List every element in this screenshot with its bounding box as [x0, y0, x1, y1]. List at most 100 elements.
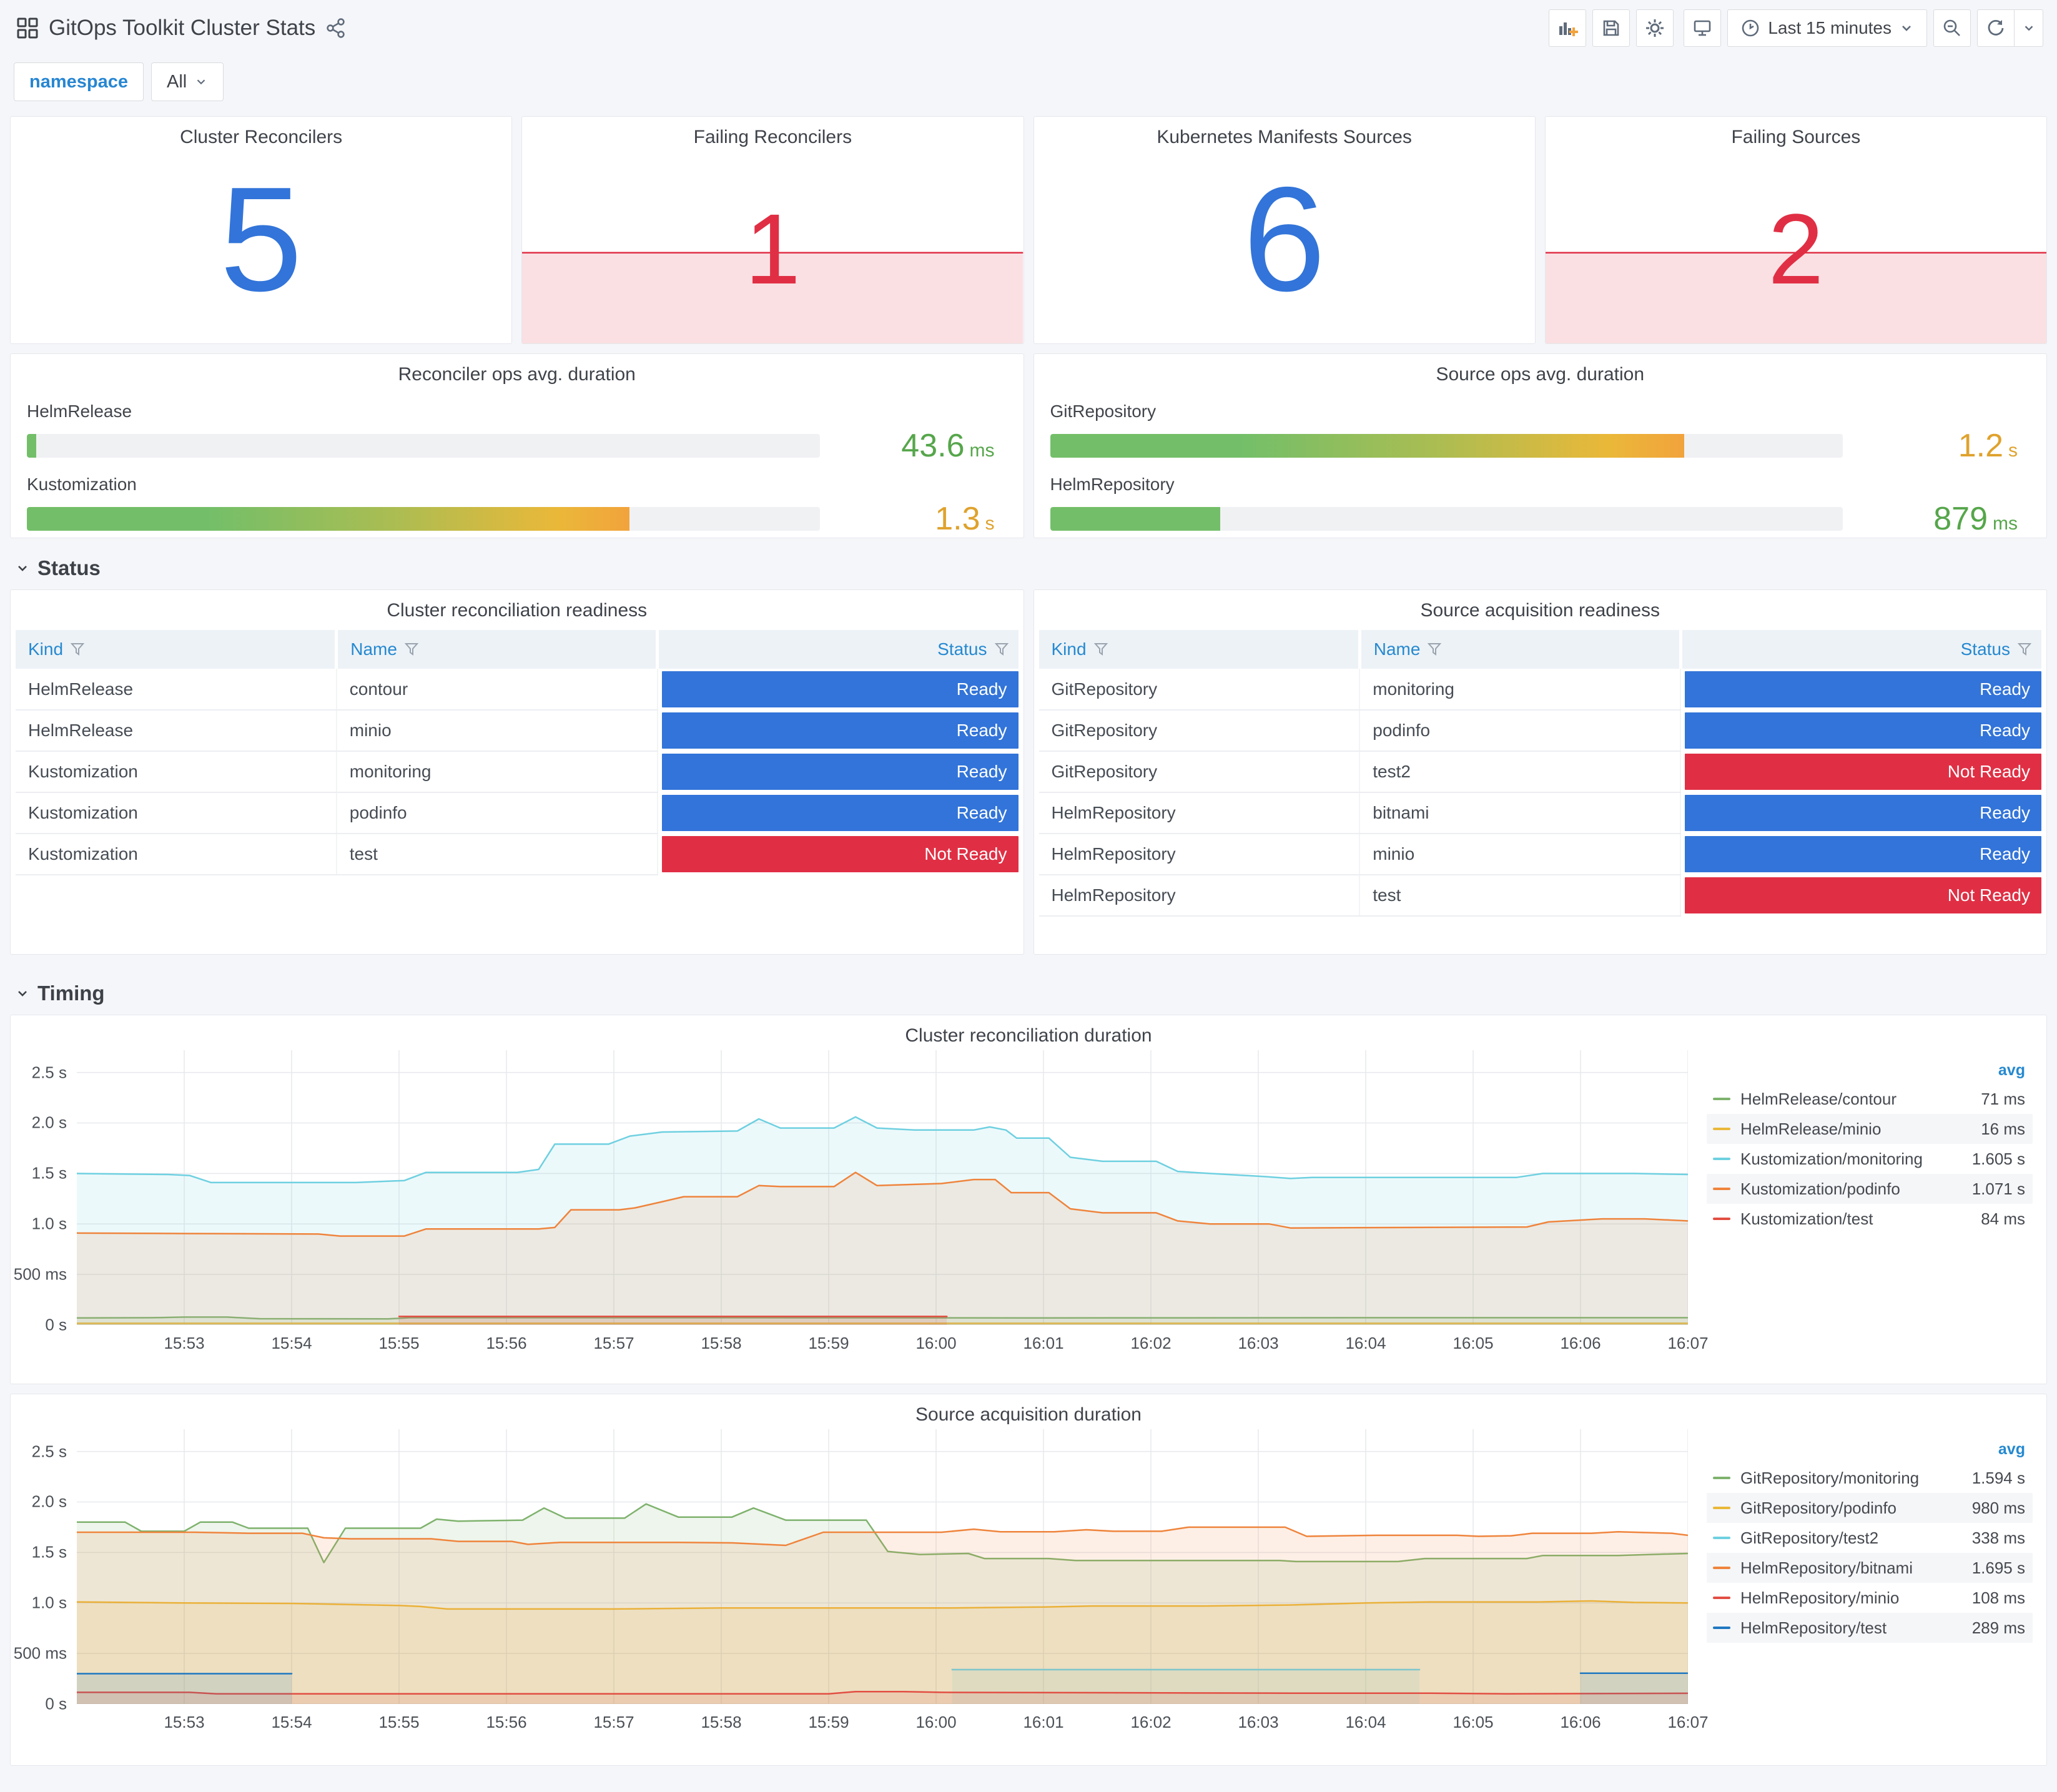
series-color-swatch: [1713, 1218, 1730, 1220]
readiness-table: Kind Name Status HelmRelease contour Ready…: [16, 630, 1019, 875]
table-cell: test2: [1359, 751, 1681, 793]
refresh-interval-dropdown[interactable]: [2015, 9, 2043, 47]
dashboard-grid-icon[interactable]: [16, 17, 39, 39]
stat-value: 2: [1768, 192, 1824, 305]
status-badge: Ready: [1685, 671, 2041, 707]
x-axis-label: 16:00: [915, 1334, 957, 1352]
table-cell-status: Ready: [658, 669, 1019, 710]
x-axis-label: 16:06: [1560, 1713, 1601, 1731]
table-cell-status: Ready: [658, 792, 1019, 834]
legend-item[interactable]: HelmRepository/bitnami 1.695 s: [1707, 1553, 2033, 1583]
column-header-name[interactable]: Name: [336, 630, 659, 669]
filter-icon[interactable]: [2016, 641, 2033, 657]
refresh-button[interactable]: [1977, 9, 2015, 47]
panel-title: Cluster reconciliation readiness: [387, 600, 648, 621]
column-header-kind[interactable]: Kind: [16, 630, 338, 669]
chart-plot-area[interactable]: 15:53 15:54 15:55 15:56 15:57 15:58 15:59 16:00…: [77, 1050, 1709, 1352]
legend-avg-header[interactable]: avg: [1707, 1056, 2033, 1084]
status-badge: Ready: [661, 712, 1019, 749]
series-name: HelmRelease/minio: [1740, 1119, 1882, 1138]
series-color-swatch: [1713, 1627, 1730, 1629]
x-axis-label: 15:58: [701, 1334, 742, 1352]
filter-icon[interactable]: [69, 641, 86, 657]
column-header-kind[interactable]: Kind: [1038, 630, 1361, 669]
share-icon[interactable]: [325, 17, 347, 39]
series-color-swatch: [1713, 1537, 1730, 1539]
gauges-row: Reconciler ops avg. duration HelmRelease…: [10, 353, 2047, 538]
table-row: HelmRepository test Not Ready: [1038, 875, 2041, 917]
section-row-timing[interactable]: Timing: [15, 980, 2047, 1007]
table-row: HelmRelease minio Ready: [16, 710, 1019, 752]
table-cell: minio: [1359, 834, 1681, 875]
table-row: GitRepository monitoring Ready: [1038, 669, 2041, 711]
filter-icon[interactable]: [1093, 641, 1109, 657]
x-axis-label: 16:07: [1667, 1334, 1709, 1352]
save-dashboard-button[interactable]: [1592, 9, 1630, 47]
variable-label-namespace[interactable]: namespace: [14, 62, 144, 101]
status-badge: Ready: [1685, 712, 2041, 749]
legend-item[interactable]: Kustomization/test 84 ms: [1707, 1204, 2033, 1234]
section-title: Status: [37, 556, 101, 579]
filter-icon[interactable]: [1426, 641, 1443, 657]
legend-item[interactable]: GitRepository/podinfo 980 ms: [1707, 1493, 2033, 1523]
series-avg-value: 1.605 s: [1971, 1149, 2025, 1168]
x-axis-label: 16:02: [1130, 1334, 1172, 1352]
time-range-label: Last 15 minutes: [1768, 18, 1892, 37]
time-range-picker[interactable]: Last 15 minutes: [1727, 9, 1927, 47]
cycle-view-mode-button[interactable]: [1684, 9, 1722, 47]
dashboard-settings-button[interactable]: [1636, 9, 1674, 47]
filter-icon[interactable]: [994, 641, 1010, 657]
legend-item[interactable]: HelmRelease/contour 71 ms: [1707, 1084, 2033, 1114]
legend-item[interactable]: HelmRepository/minio 108 ms: [1707, 1583, 2033, 1613]
filter-icon[interactable]: [403, 641, 420, 657]
status-badge: Not Ready: [1685, 754, 2041, 790]
monitor-icon: [1694, 20, 1711, 36]
table-row: GitRepository podinfo Ready: [1038, 710, 2041, 752]
x-axis-label: 16:01: [1023, 1334, 1064, 1352]
series-avg-value: 71 ms: [1981, 1089, 2025, 1108]
column-header-status[interactable]: Status: [1680, 630, 2041, 669]
panel-title: Failing Sources: [1731, 127, 1861, 147]
status-badge: Ready: [661, 795, 1019, 831]
gauge-row: Kustomization 1.3 s: [27, 475, 1007, 538]
panel-title: Source acquisition readiness: [1420, 600, 1660, 621]
table-cell-status: Not Ready: [658, 834, 1019, 875]
legend-item[interactable]: GitRepository/monitoring 1.594 s: [1707, 1463, 2033, 1493]
legend-item[interactable]: GitRepository/test2 338 ms: [1707, 1523, 2033, 1553]
table-cell: test: [336, 834, 658, 875]
legend-item[interactable]: Kustomization/monitoring 1.605 s: [1707, 1144, 2033, 1174]
x-axis-label: 16:02: [1130, 1713, 1172, 1731]
gauge-track: [27, 507, 820, 531]
legend-item[interactable]: Kustomization/podinfo 1.071 s: [1707, 1174, 2033, 1204]
legend-item[interactable]: HelmRepository/test 289 ms: [1707, 1613, 2033, 1643]
legend-item[interactable]: HelmRelease/minio 16 ms: [1707, 1114, 2033, 1144]
y-axis-label: 1.5 s: [31, 1163, 67, 1183]
time-series-chart[interactable]: [77, 1050, 1688, 1325]
stats-row: Cluster Reconcilers 5 Failing Reconciler…: [10, 116, 2047, 344]
status-badge: Ready: [1685, 795, 2041, 831]
series-name: Kustomization/test: [1740, 1209, 1873, 1228]
series-name: Kustomization/monitoring: [1740, 1149, 1923, 1168]
add-panel-button[interactable]: [1549, 9, 1587, 47]
chart-legend: avg GitRepository/monitoring 1.594 s GitRep…: [1688, 1429, 2040, 1643]
column-header-name[interactable]: Name: [1359, 630, 1682, 669]
legend-avg-header[interactable]: avg: [1707, 1435, 2033, 1463]
table-cell-status: Ready: [1680, 710, 2041, 751]
series-color-swatch: [1713, 1098, 1730, 1100]
variable-value-dropdown[interactable]: All: [151, 62, 224, 101]
panel-cluster-reconcilers: Cluster Reconcilers 5: [10, 116, 513, 344]
chart-plot-area[interactable]: 15:53 15:54 15:55 15:56 15:57 15:58 15:59 16:00…: [77, 1429, 1709, 1731]
section-row-status[interactable]: Status: [15, 554, 2047, 582]
x-axis-label: 15:53: [164, 1334, 205, 1352]
chevron-down-icon: [2025, 26, 2033, 31]
zoom-out-button[interactable]: [1933, 9, 1971, 47]
chart-legend: avg HelmRelease/contour 71 ms HelmRelease/m…: [1688, 1050, 2040, 1234]
panel-cluster-reconciliation-duration: Cluster reconciliation duration 0 s 500 m…: [10, 1015, 2047, 1384]
panel-title: Source acquisition duration: [915, 1404, 1142, 1425]
gauge-fill: [27, 434, 37, 458]
chevron-down-icon: [18, 566, 27, 571]
time-series-chart[interactable]: [77, 1429, 1688, 1704]
table-row: HelmRelease contour Ready: [16, 669, 1019, 711]
column-header-status[interactable]: Status: [657, 630, 1019, 669]
chevron-down-icon: [1902, 26, 1911, 31]
